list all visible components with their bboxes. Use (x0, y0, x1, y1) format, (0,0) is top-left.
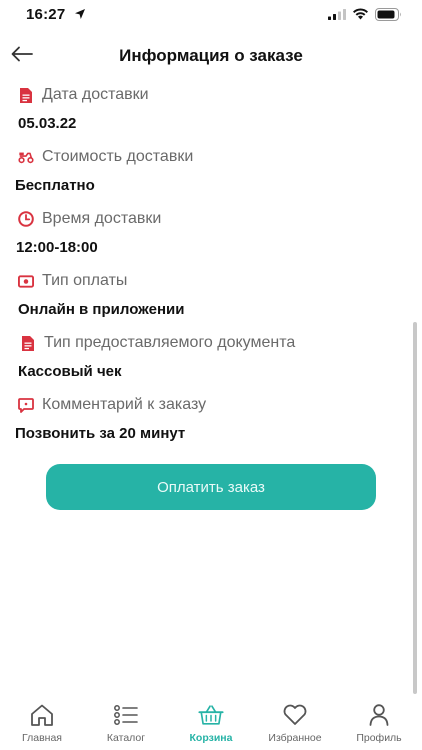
status-bar: 16:27 (0, 0, 422, 30)
field-label: Время доставки (42, 210, 162, 227)
list-icon (113, 702, 139, 728)
heart-icon (282, 702, 308, 728)
tab-label: Профиль (356, 732, 402, 744)
clock-icon (18, 211, 34, 227)
location-arrow-icon (75, 9, 85, 19)
page-title: Информация о заказе (119, 46, 303, 65)
pay-order-button[interactable]: Оплатить заказ (46, 464, 376, 510)
scooter-icon (18, 149, 34, 165)
tab-label: Главная (22, 732, 62, 744)
battery-icon (375, 8, 401, 21)
tab-profile[interactable]: Профиль (337, 700, 421, 750)
field-label: Дата доставки (42, 86, 149, 103)
tab-cart[interactable]: Корзина (169, 700, 253, 750)
wifi-icon (353, 8, 368, 20)
field-value: Позвонить за 20 минут (15, 425, 186, 442)
field-label: Тип предоставляемого документа (44, 334, 296, 351)
basket-icon (198, 702, 224, 728)
header: Информация о заказе (0, 36, 422, 78)
tab-home[interactable]: Главная (0, 700, 84, 750)
field-label: Тип оплаты (42, 272, 128, 289)
cellular-signal-icon (328, 9, 346, 20)
field-label: Комментарий к заказу (42, 396, 207, 413)
cash-icon (18, 273, 34, 289)
field-label: Стоимость доставки (42, 148, 194, 165)
home-icon (29, 702, 55, 728)
field-value: Онлайн в приложении (18, 301, 185, 318)
document-icon (18, 87, 34, 103)
tab-catalog[interactable]: Каталог (84, 700, 168, 750)
field-value: Кассовый чек (18, 363, 122, 380)
document-icon (20, 335, 36, 351)
field-value: Бесплатно (15, 177, 95, 194)
bottom-tab-bar: Главная Каталог Корзина Избранное Профил… (0, 700, 422, 750)
tab-label: Корзина (189, 732, 233, 744)
tab-label: Избранное (268, 732, 322, 744)
profile-icon (366, 702, 392, 728)
field-value: 05.03.22 (18, 115, 77, 132)
field-value: 12:00-18:00 (16, 239, 98, 256)
status-time: 16:27 (26, 6, 66, 23)
scrollbar[interactable] (413, 322, 417, 694)
tab-favorites[interactable]: Избранное (253, 700, 337, 750)
comment-icon (18, 397, 34, 413)
tab-label: Каталог (106, 732, 146, 744)
